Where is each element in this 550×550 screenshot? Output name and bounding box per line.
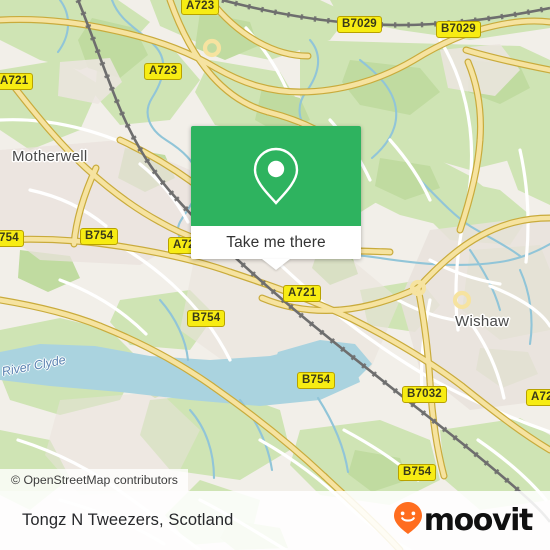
- moovit-map-screenshot: Motherwell Wishaw River Clyde A723 B7029…: [0, 0, 550, 550]
- road-shield-a721-center: A721: [283, 285, 322, 302]
- road-shield-b754-bottom: B754: [398, 464, 437, 481]
- road-shield-a721-left: A721: [0, 73, 34, 90]
- take-me-there-label: Take me there: [226, 233, 326, 251]
- road-shield-b7032: B7032: [402, 386, 447, 403]
- location-callout-card[interactable]: Take me there: [191, 126, 361, 270]
- callout-icon-panel: [191, 126, 361, 226]
- road-shield-b7029-right: B7029: [436, 21, 481, 38]
- moovit-pin-icon: [393, 501, 423, 540]
- road-shield-a723-top: A723: [181, 0, 220, 15]
- road-shield-a721-right: A721: [526, 389, 550, 406]
- attribution-text: © OpenStreetMap contributors: [11, 473, 178, 487]
- road-shield-b754-lower: B754: [297, 372, 336, 389]
- callout-pointer-tip: [262, 259, 290, 270]
- place-label-motherwell: Motherwell: [12, 148, 88, 165]
- map-pin-icon: [250, 145, 302, 207]
- moovit-wordmark: moovit: [423, 502, 534, 538]
- road-shield-b7029-left: B7029: [337, 16, 382, 33]
- place-label-wishaw: Wishaw: [455, 313, 510, 330]
- callout-action-bar[interactable]: Take me there: [191, 226, 361, 259]
- footer-bar: Tongz N Tweezers, Scotland moovit: [0, 491, 550, 550]
- road-shield-b754-upper: B754: [80, 228, 119, 245]
- map-canvas[interactable]: Motherwell Wishaw River Clyde A723 B7029…: [0, 0, 550, 550]
- place-title: Tongz N Tweezers, Scotland: [22, 511, 234, 529]
- road-shield-b754-mid: B754: [187, 310, 226, 327]
- map-vector-layer: [0, 0, 550, 550]
- road-shield-a723: A723: [144, 63, 183, 80]
- moovit-logo[interactable]: moovit: [393, 501, 534, 540]
- road-shield-754-left: 754: [0, 230, 24, 247]
- map-attribution[interactable]: © OpenStreetMap contributors: [0, 469, 188, 491]
